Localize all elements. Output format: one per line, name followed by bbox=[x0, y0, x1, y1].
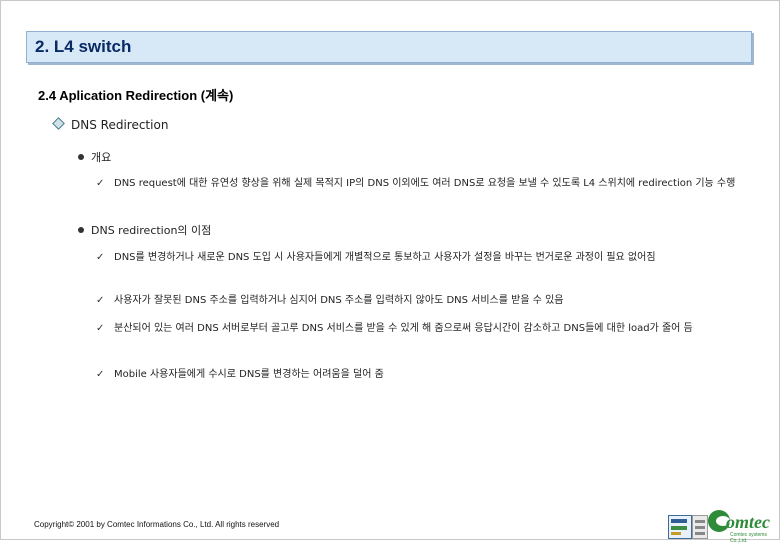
topic-label: DNS Redirection bbox=[71, 118, 169, 132]
certification-logo-icon bbox=[668, 515, 692, 539]
list-item-text: DNS를 변경하거나 새로운 DNS 도입 시 사용자들에게 개별적으로 통보하… bbox=[114, 252, 656, 263]
bullet-benefits: DNS redirection의 이점 bbox=[78, 222, 211, 238]
round-bullet-icon bbox=[78, 154, 84, 160]
list-item-text: DNS request에 대한 유연성 향상을 위해 실제 목적지 IP의 DN… bbox=[114, 178, 736, 189]
page-title: 2. L4 switch bbox=[35, 37, 132, 56]
checkmark-icon: ✓ bbox=[96, 323, 105, 334]
bullet-overview: 개요 bbox=[78, 149, 111, 165]
title-bar: 2. L4 switch bbox=[26, 31, 752, 63]
diamond-bullet-icon bbox=[52, 117, 65, 130]
bullet-label: DNS redirection의 이점 bbox=[91, 224, 212, 237]
checkmark-icon: ✓ bbox=[96, 295, 105, 306]
round-bullet-icon bbox=[78, 227, 84, 233]
list-item-text: Mobile 사용자들에게 수시로 DNS를 변경하는 어려움을 덜어 줌 bbox=[114, 369, 384, 380]
list-item-text: 분산되어 있는 여러 DNS 서버로부터 골고루 DNS 서비스를 받을 수 있… bbox=[114, 323, 693, 334]
bullet-label: 개요 bbox=[91, 151, 112, 164]
footer-copyright: Copyright© 2001 by Comtec Informations C… bbox=[34, 520, 280, 529]
brand-logo: omtec Comtec systems Co.,Ltd. bbox=[708, 508, 778, 544]
brand-tagline: Comtec systems Co.,Ltd. bbox=[730, 532, 767, 544]
flag-logo-icon bbox=[692, 515, 708, 539]
topic-heading: DNS Redirection bbox=[52, 117, 169, 132]
list-item: ✓ Mobile 사용자들에게 수시로 DNS를 변경하는 어려움을 덜어 줌 bbox=[96, 366, 746, 384]
list-item-text: 사용자가 잘못된 DNS 주소를 입력하거나 심지어 DNS 주소를 입력하지 … bbox=[114, 295, 564, 306]
slide-frame bbox=[0, 0, 780, 540]
list-item: ✓ 사용자가 잘못된 DNS 주소를 입력하거나 심지어 DNS 주소를 입력하… bbox=[96, 292, 746, 310]
checkmark-icon: ✓ bbox=[96, 178, 105, 189]
checkmark-icon: ✓ bbox=[96, 252, 105, 263]
checkmark-icon: ✓ bbox=[96, 369, 105, 380]
section-heading: 2.4 Aplication Redirection (계속) bbox=[38, 88, 234, 103]
list-item: ✓ 분산되어 있는 여러 DNS 서버로부터 골고루 DNS 서비스를 받을 수… bbox=[96, 320, 746, 338]
list-item: ✓ DNS request에 대한 유연성 향상을 위해 실제 목적지 IP의 … bbox=[96, 175, 746, 193]
brand-name: omtec bbox=[726, 512, 770, 532]
list-item: ✓ DNS를 변경하거나 새로운 DNS 도입 시 사용자들에게 개별적으로 통… bbox=[96, 249, 746, 267]
